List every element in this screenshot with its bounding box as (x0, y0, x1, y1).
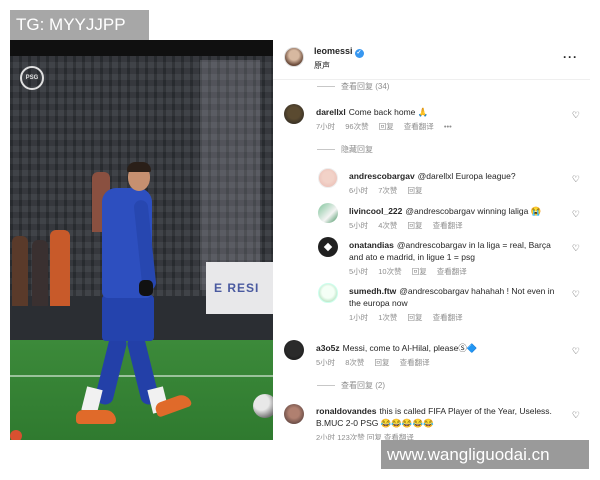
spectator (32, 240, 48, 306)
football (253, 394, 273, 418)
post-username-text[interactable]: leomessi (314, 46, 353, 56)
avatar[interactable] (318, 203, 338, 223)
comment-username[interactable]: sumedh.ftw (349, 286, 396, 296)
reply-button[interactable]: 回复 (412, 267, 427, 276)
heart-icon[interactable]: ♡ (572, 346, 580, 357)
avatar[interactable] (284, 104, 304, 124)
comment-username[interactable]: darellxl (316, 107, 346, 117)
watermark-bottom: www.wangliguodai.cn (381, 440, 589, 469)
reply-button[interactable]: 回复 (408, 221, 423, 230)
reply-button[interactable]: 回复 (379, 122, 394, 131)
comment-likes[interactable]: 10次赞 (378, 267, 401, 276)
football-partial (10, 430, 22, 440)
comment-time: 1小时 (349, 313, 369, 322)
translate-button[interactable]: 查看翻译 (400, 358, 430, 367)
photo-top-strip (10, 40, 273, 56)
comment-meta: 2小时 123次赞 回复 查看翻译 (316, 433, 414, 440)
reply-button[interactable]: 回复 (408, 186, 423, 195)
translate-button[interactable]: 查看翻译 (404, 122, 434, 131)
translate-button[interactable]: 查看翻译 (437, 267, 467, 276)
comment-time: 5小时 (316, 358, 336, 367)
watermark-top: TG: MYYJJPP (10, 10, 149, 40)
comment-time: 5小时 (349, 267, 369, 276)
avatar[interactable] (284, 47, 304, 67)
reply-button[interactable]: 回复 (375, 358, 390, 367)
comment-time: 5小时 (349, 221, 369, 230)
comment-username[interactable]: livincool_222 (349, 206, 402, 216)
heart-icon[interactable]: ♡ (572, 243, 580, 254)
avatar[interactable] (318, 283, 338, 303)
comment-more-button[interactable]: ••• (444, 122, 452, 131)
comment-text: Come back home 🙏 (348, 107, 429, 117)
ellipsis-icon[interactable]: ··· (563, 50, 578, 64)
verified-badge-icon: ✓ (354, 49, 364, 58)
comment-time: 6小时 (349, 186, 369, 195)
comment-text: Messi, come to Al-Hilal, pleaseⓈ🔷 (342, 343, 478, 353)
translate-button[interactable]: 查看翻译 (433, 313, 463, 322)
view-replies-link[interactable]: 查看回复 (2) (317, 380, 385, 391)
comment-username[interactable]: andrescobargav (349, 171, 415, 181)
comment-username[interactable]: a3o5z (316, 343, 340, 353)
comment-likes[interactable]: 96次赞 (345, 122, 368, 131)
post-header: leomessi ✓ 原声 ··· (273, 40, 590, 80)
comment-likes[interactable]: 8次赞 (345, 358, 364, 367)
comment-username[interactable]: onatandias (349, 240, 394, 250)
comment-text: @darellxl Europa league? (417, 171, 516, 181)
heart-icon[interactable]: ♡ (572, 174, 580, 185)
post-username[interactable]: leomessi ✓ (314, 46, 364, 58)
avatar[interactable] (318, 168, 338, 188)
avatar[interactable] (284, 340, 304, 360)
psg-logo-icon: PSG (20, 66, 44, 90)
heart-icon[interactable]: ♡ (572, 410, 580, 421)
comments-panel: leomessi ✓ 原声 ··· 查看回复 (34) darellxl Come … (273, 40, 590, 440)
heart-icon[interactable]: ♡ (572, 289, 580, 300)
original-audio-label[interactable]: 原声 (314, 60, 330, 71)
avatar[interactable] (284, 404, 304, 424)
heart-icon[interactable]: ♡ (572, 209, 580, 220)
avatar[interactable] (318, 237, 338, 257)
heart-icon[interactable]: ♡ (572, 110, 580, 121)
reply-button[interactable]: 回复 (408, 313, 423, 322)
post-photo[interactable]: E RESI PSG (10, 40, 273, 440)
comment-text: @andrescobargav winning laliga 😭 (405, 206, 542, 216)
comment-username[interactable]: ronaldovandes (316, 406, 376, 416)
translate-button[interactable]: 查看翻译 (433, 221, 463, 230)
hide-replies-link[interactable]: 隐藏回复 (317, 144, 373, 155)
spectator (12, 236, 28, 306)
spectator (50, 230, 70, 306)
comment-likes[interactable]: 7次赞 (378, 186, 397, 195)
stadium-light (200, 60, 260, 290)
comment-likes[interactable]: 4次赞 (378, 221, 397, 230)
advertising-board: E RESI (206, 262, 273, 314)
comment-time: 7小时 (316, 122, 336, 131)
comment-likes[interactable]: 1次赞 (378, 313, 397, 322)
view-replies-link[interactable]: 查看回复 (34) (317, 81, 389, 92)
